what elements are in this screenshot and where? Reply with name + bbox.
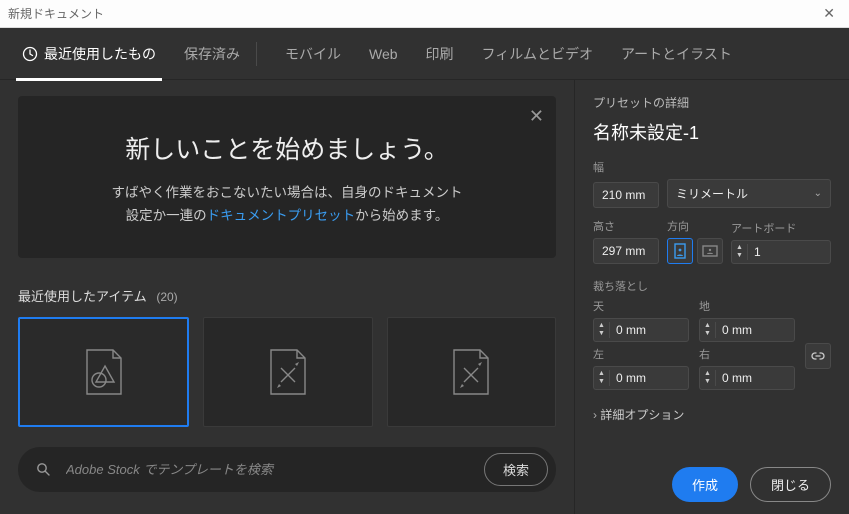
artboards-input[interactable] [748,241,788,263]
tab-label: 印刷 [426,44,454,64]
doc-tools-icon [267,348,309,396]
preset-card-2[interactable] [203,317,372,427]
doc-tools-icon [450,348,492,396]
bleed-top-label: 天 [593,298,689,314]
tab-saved[interactable]: 保存済み [178,28,263,80]
preset-card-1[interactable] [18,317,189,427]
preset-details-panel: プリセットの詳細 名称未設定-1 幅 ミリメートル ⌄ 高さ 方向 [574,80,849,514]
height-input[interactable] [593,238,659,264]
tab-web[interactable]: Web [363,32,404,76]
bleed-right-stepper[interactable]: ▲▼ [699,366,795,390]
hero-text: すばやく作業をおこないたい場合は、自身のドキュメント設定か一連のドキュメントプリ… [107,182,467,228]
bleed-link-button[interactable] [805,343,831,369]
orientation-label: 方向 [667,218,723,234]
tab-label: アートとイラスト [621,44,732,64]
create-button[interactable]: 作成 [672,467,738,502]
tab-film[interactable]: フィルムとビデオ [476,30,599,78]
stock-search-row: 検索 [18,447,556,492]
artboards-label: アートボード [731,220,831,236]
artboards-stepper[interactable]: ▲▼ [731,240,831,264]
tab-label: フィルムとビデオ [482,44,593,64]
tab-print[interactable]: 印刷 [420,30,460,78]
tab-label: 最近使用したもの [44,44,156,64]
tab-mobile[interactable]: モバイル [279,30,347,78]
clock-icon [22,46,38,62]
height-label: 高さ [593,218,659,234]
tab-recent[interactable]: 最近使用したもの [16,30,162,81]
bleed-right-label: 右 [699,346,795,362]
search-icon [36,462,50,476]
stock-search-button[interactable]: 検索 [484,453,548,486]
bleed-bottom-stepper[interactable]: ▲▼ [699,318,795,342]
tab-label: Web [369,46,398,62]
hero-close-button[interactable]: ✕ [529,106,544,127]
stepper-arrows[interactable]: ▲▼ [732,244,748,260]
width-input[interactable] [593,182,659,208]
bleed-left-stepper[interactable]: ▲▼ [593,366,689,390]
chevron-down-icon: ⌄ [814,188,822,199]
doc-shape-icon [83,348,125,396]
recent-section-title: 最近使用したアイテム (20) [18,286,556,305]
preset-name[interactable]: 名称未設定-1 [593,119,831,145]
orientation-portrait-button[interactable] [667,238,693,264]
advanced-options-toggle[interactable]: 詳細オプション [593,406,831,423]
tab-art[interactable]: アートとイラスト [615,30,738,78]
window-title: 新規ドキュメント [8,5,104,22]
preset-card-3[interactable] [387,317,556,427]
stock-search-input[interactable] [64,461,470,478]
category-tabs: 最近使用したもの 保存済み モバイル Web 印刷 フィルムとビデオ アートとイ… [0,28,849,80]
landscape-icon [702,245,718,257]
hero-panel: ✕ 新しいことを始めましょう。 すばやく作業をおこないたい場合は、自身のドキュメ… [18,96,556,258]
window-close-button[interactable]: ✕ [817,5,841,22]
preset-cards [18,317,556,427]
bleed-top-stepper[interactable]: ▲▼ [593,318,689,342]
portrait-icon [674,243,686,259]
hero-heading: 新しいことを始めましょう。 [46,130,528,166]
preset-detail-title: プリセットの詳細 [593,94,831,111]
bleed-label: 裁ち落とし [593,278,831,294]
titlebar: 新規ドキュメント ✕ [0,0,849,28]
width-label: 幅 [593,159,831,175]
close-button[interactable]: 閉じる [750,467,831,502]
link-icon [811,349,825,363]
tab-label: 保存済み [184,44,240,64]
orientation-landscape-button[interactable] [697,238,723,264]
bleed-left-label: 左 [593,346,689,362]
doc-presets-link[interactable]: ドキュメントプリセット [207,208,356,223]
unit-select[interactable]: ミリメートル ⌄ [667,179,831,208]
tab-label: モバイル [285,44,341,64]
bleed-bottom-label: 地 [699,298,795,314]
